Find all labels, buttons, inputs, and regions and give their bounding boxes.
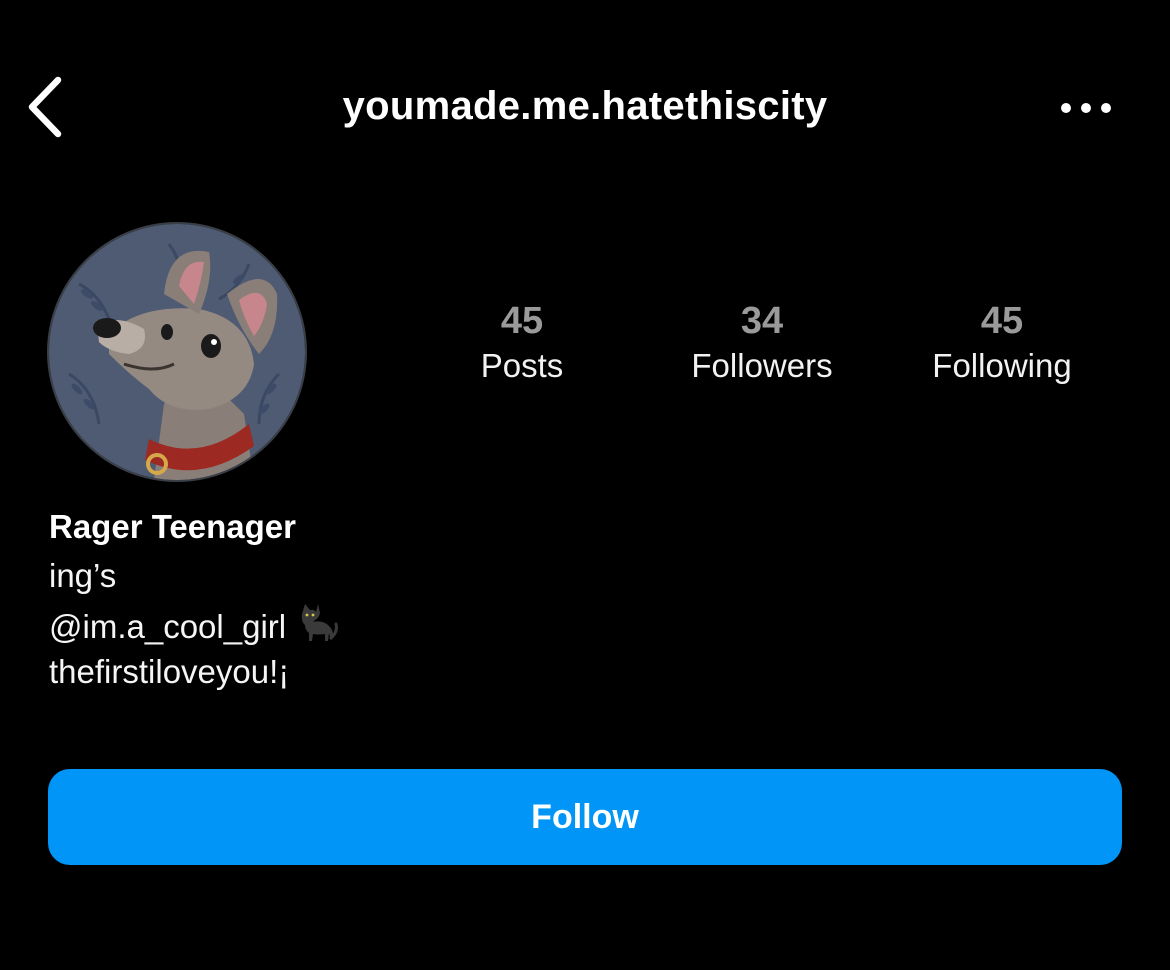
- black-cat-icon: [296, 600, 340, 644]
- profile-avatar[interactable]: [49, 224, 305, 480]
- bio-mention-line: @im.a_cool_girl: [49, 600, 749, 648]
- ellipsis-icon: [1061, 103, 1111, 113]
- stat-posts-count: 45: [500, 300, 544, 342]
- more-options-button[interactable]: [1054, 92, 1118, 124]
- stat-following[interactable]: 45 Following: [882, 298, 1122, 388]
- stat-following-count: 45: [980, 300, 1024, 342]
- bio-line: thefirstiloveyou!¡: [49, 653, 290, 690]
- avatar-image: [49, 224, 305, 480]
- bio-line: ing’s: [49, 557, 117, 594]
- stat-followers-count: 34: [740, 300, 784, 342]
- stat-posts[interactable]: 45 Posts: [402, 298, 642, 388]
- profile-username-title: youmade.me.hatethiscity: [342, 84, 828, 128]
- bio-mention-link[interactable]: @im.a_cool_girl: [49, 608, 286, 645]
- stat-posts-label: Posts: [480, 347, 564, 384]
- stat-followers-label: Followers: [691, 347, 833, 384]
- profile-header: youmade.me.hatethiscity: [0, 0, 1170, 200]
- follow-button[interactable]: Follow: [48, 769, 1122, 865]
- stat-following-label: Following: [932, 347, 1072, 384]
- profile-bio: Rager Teenager ing’s @im.a_cool_girl the…: [49, 504, 749, 696]
- display-name: Rager Teenager: [49, 508, 296, 545]
- stat-followers[interactable]: 34 Followers: [642, 298, 882, 388]
